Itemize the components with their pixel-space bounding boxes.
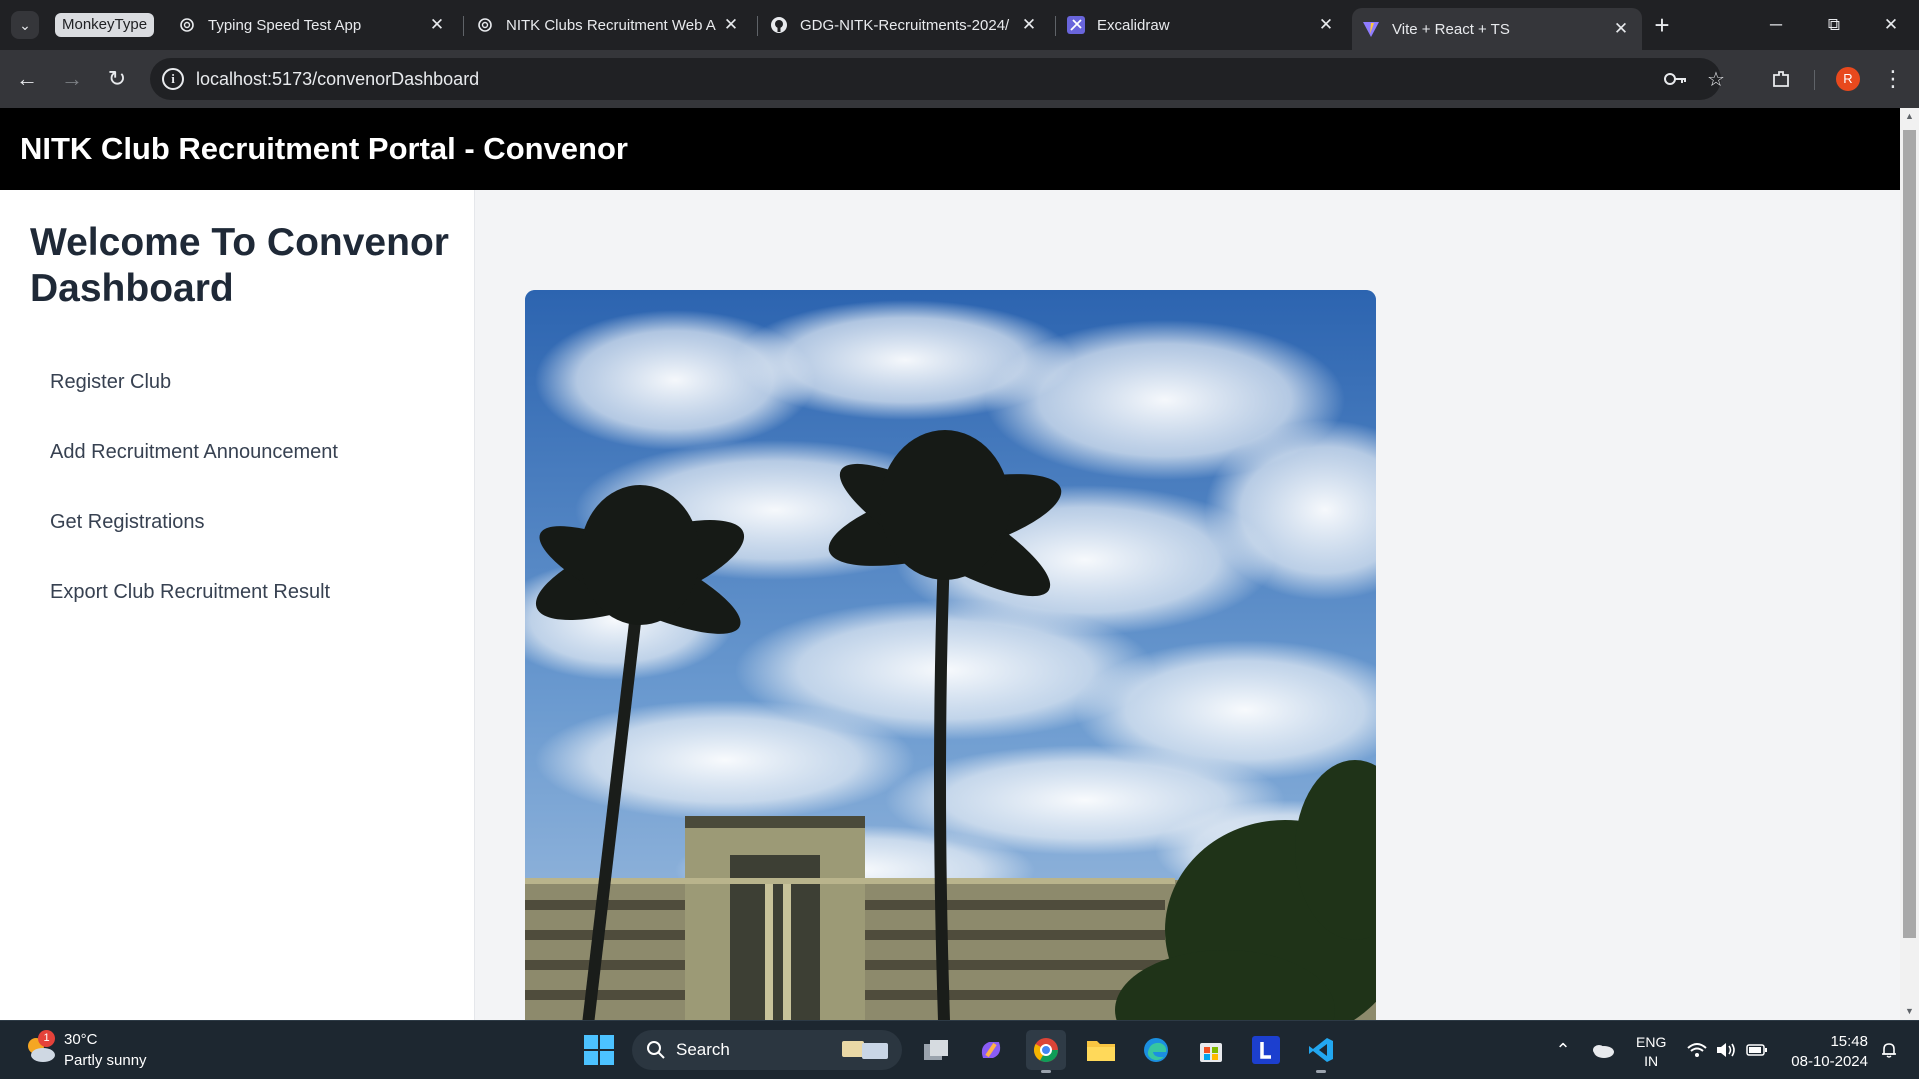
search-label: Search: [676, 1040, 730, 1059]
weather-description[interactable]: Partly sunny: [64, 1052, 147, 1069]
volume-icon[interactable]: [1713, 1037, 1739, 1063]
windows-start-icon[interactable]: [584, 1035, 614, 1065]
sidebar-item-get-registrations[interactable]: Get Registrations: [50, 511, 205, 534]
tab-nitk-clubs[interactable]: NITK Clubs Recruitment Web A ✕: [466, 8, 752, 42]
language-indicator[interactable]: ENG IN: [1636, 1033, 1666, 1071]
close-icon[interactable]: ✕: [1315, 14, 1337, 36]
close-icon[interactable]: ✕: [426, 14, 448, 36]
scroll-down-arrow-icon[interactable]: ▼: [1900, 1003, 1919, 1020]
taskbar-search[interactable]: Search: [632, 1030, 902, 1070]
l-app-icon[interactable]: [1246, 1030, 1286, 1070]
running-indicator: [1041, 1070, 1051, 1073]
address-bar[interactable]: i localhost:5173/convenorDashboard ☆: [150, 58, 1725, 100]
bookmark-star-icon[interactable]: ☆: [1703, 66, 1729, 92]
file-explorer-icon[interactable]: [1081, 1030, 1121, 1070]
tab-vite-react[interactable]: Vite + React + TS ✕: [1352, 8, 1642, 50]
url-text[interactable]: localhost:5173/convenorDashboard: [196, 69, 479, 90]
search-highlight-icon: [838, 1037, 894, 1063]
chatgpt-icon: [476, 16, 494, 34]
main-content: [476, 190, 1900, 1020]
vscode-icon[interactable]: [1301, 1030, 1341, 1073]
weather-badge: 1: [38, 1030, 55, 1047]
tab-title: Vite + React + TS: [1392, 20, 1510, 38]
close-icon[interactable]: ✕: [720, 14, 742, 36]
window-close-button[interactable]: ✕: [1868, 8, 1914, 42]
campus-photo: [525, 290, 1376, 1020]
system-clock[interactable]: 15:48 08-10-2024: [1782, 1032, 1868, 1072]
tab-title: GDG-NITK-Recruitments-2024/: [800, 16, 1010, 34]
scroll-up-arrow-icon[interactable]: ▲: [1900, 108, 1919, 125]
profile-avatar[interactable]: R: [1836, 67, 1860, 91]
tab-typing-speed[interactable]: Typing Speed Test App ✕: [168, 8, 458, 42]
sidebar-item-add-announcement[interactable]: Add Recruitment Announcement: [50, 441, 338, 464]
new-tab-button[interactable]: +: [1648, 12, 1676, 40]
app-title: NITK Club Recruitment Portal - Convenor: [20, 131, 628, 166]
browser-toolbar: ← → ↻ i localhost:5173/convenorDashboard…: [0, 50, 1919, 108]
task-view-icon[interactable]: [916, 1030, 956, 1070]
sidebar-item-export-results[interactable]: Export Club Recruitment Result: [50, 581, 330, 604]
password-key-icon[interactable]: [1663, 66, 1689, 92]
tab-title: Excalidraw: [1097, 16, 1170, 34]
taskbar: 1 30°C Partly sunny Search ⌃ ENG IN 15:4…: [0, 1020, 1919, 1079]
sidebar-item-register-club[interactable]: Register Club: [50, 371, 171, 394]
vite-icon: [1362, 20, 1380, 38]
back-button[interactable]: ←: [11, 63, 43, 95]
tray-chevron-up-icon[interactable]: ⌃: [1550, 1037, 1576, 1063]
tab-search-button[interactable]: ⌄: [11, 11, 39, 39]
battery-icon[interactable]: [1744, 1037, 1770, 1063]
extensions-icon[interactable]: [1765, 63, 1797, 95]
running-indicator: [1316, 1070, 1326, 1073]
edge-icon[interactable]: [1136, 1030, 1176, 1070]
github-icon: [770, 16, 788, 34]
site-info-icon[interactable]: i: [162, 68, 184, 90]
minimize-button[interactable]: ─: [1753, 8, 1799, 42]
weather-temperature[interactable]: 30°C: [64, 1031, 98, 1048]
close-icon[interactable]: ✕: [1610, 18, 1632, 40]
tab-separator: [1055, 16, 1056, 36]
tab-separator: [757, 16, 758, 36]
tab-github[interactable]: GDG-NITK-Recruitments-2024/ ✕: [760, 8, 1050, 42]
sidebar-heading: Welcome To Convenor Dashboard: [30, 221, 449, 310]
region-code: IN: [1644, 1053, 1659, 1069]
more-menu-icon[interactable]: ⋮: [1877, 63, 1909, 95]
clock-date: 08-10-2024: [1791, 1053, 1868, 1070]
microsoft-store-icon[interactable]: [1191, 1030, 1231, 1070]
scroll-thumb[interactable]: [1903, 130, 1916, 938]
forward-button[interactable]: →: [56, 63, 88, 95]
copilot-icon[interactable]: [971, 1030, 1011, 1070]
toolbar-divider: [1814, 70, 1815, 90]
page-scrollbar[interactable]: ▲ ▼: [1900, 108, 1919, 1020]
excalidraw-icon: [1067, 16, 1085, 34]
tab-separator: [463, 16, 464, 36]
tab-excalidraw[interactable]: Excalidraw ✕: [1057, 8, 1347, 42]
tab-title: Typing Speed Test App: [208, 16, 362, 34]
restore-button[interactable]: ⧉: [1811, 8, 1857, 42]
wifi-icon[interactable]: [1684, 1037, 1710, 1063]
reload-button[interactable]: ↻: [101, 63, 133, 95]
chevron-down-icon: ⌄: [19, 16, 31, 33]
page-viewport: NITK Club Recruitment Portal - Convenor …: [0, 108, 1900, 1020]
tab-title: NITK Clubs Recruitment Web A: [506, 16, 716, 34]
chrome-app-icon[interactable]: [1026, 1030, 1066, 1073]
onedrive-icon[interactable]: [1590, 1037, 1616, 1063]
notification-bell-icon[interactable]: [1876, 1037, 1902, 1063]
tab-group-label[interactable]: MonkeyType: [55, 13, 155, 37]
tab-strip: ⌄ MonkeyType Typing Speed Test App ✕ NIT…: [0, 0, 1919, 50]
sidebar: Welcome To Convenor Dashboard Register C…: [0, 190, 475, 1020]
search-icon: [646, 1040, 666, 1060]
close-icon[interactable]: ✕: [1018, 14, 1040, 36]
clock-time: 15:48: [1830, 1033, 1868, 1050]
app-header: NITK Club Recruitment Portal - Convenor: [0, 108, 1900, 190]
language-code: ENG: [1636, 1034, 1667, 1050]
chatgpt-icon: [178, 16, 196, 34]
